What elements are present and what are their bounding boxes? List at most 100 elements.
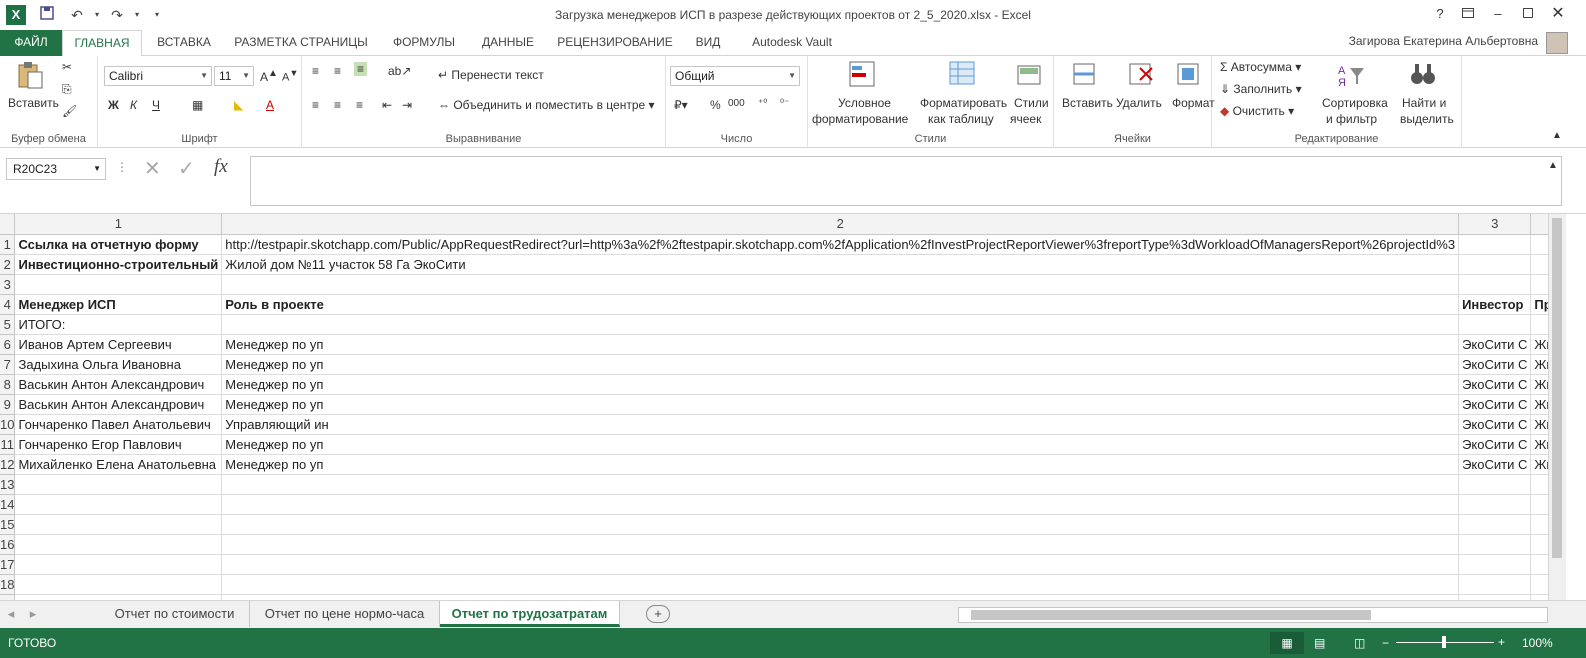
row-header[interactable]: 4: [0, 294, 16, 315]
sheet-tab-labor[interactable]: Отчет по трудозатратам: [440, 601, 620, 627]
sheet-tab-hour-rate[interactable]: Отчет по цене нормо-часа: [250, 601, 440, 627]
cell[interactable]: [221, 574, 1460, 595]
scroll-thumb[interactable]: [1552, 218, 1562, 558]
row-header[interactable]: 18: [0, 574, 16, 595]
tab-page-layout[interactable]: РАЗМЕТКА СТРАНИЦЫ: [228, 30, 374, 56]
zoom-slider-thumb[interactable]: [1442, 636, 1446, 648]
cell[interactable]: ИТОГО:: [14, 314, 223, 335]
row-header[interactable]: 5: [0, 314, 16, 335]
row-header[interactable]: 2: [0, 254, 16, 275]
align-center-icon[interactable]: ≡: [334, 98, 341, 112]
row-header[interactable]: 10: [0, 414, 16, 435]
cell[interactable]: [221, 494, 1460, 515]
vertical-scrollbar[interactable]: [1548, 214, 1566, 600]
maximize-icon[interactable]: [1516, 4, 1540, 24]
font-color-icon[interactable]: A: [266, 98, 274, 112]
row-header[interactable]: 13: [0, 474, 16, 495]
cell[interactable]: [1458, 254, 1532, 275]
row-header[interactable]: 8: [0, 374, 16, 395]
cell[interactable]: [221, 474, 1460, 495]
cell[interactable]: [221, 514, 1460, 535]
indent-increase-icon[interactable]: ⇥: [402, 98, 412, 112]
format-cells-button[interactable]: Формат: [1172, 96, 1215, 110]
cell[interactable]: Задыхина Ольга Ивановна: [14, 354, 223, 375]
formula-input[interactable]: [250, 156, 1562, 206]
page-layout-view-icon[interactable]: ▤: [1314, 636, 1325, 650]
row-header[interactable]: 9: [0, 394, 16, 415]
cell[interactable]: [1458, 574, 1532, 595]
cell[interactable]: http://testpapir.skotchapp.com/Public/Ap…: [221, 234, 1460, 255]
conditional-formatting-line2[interactable]: форматирование: [812, 112, 908, 126]
cell[interactable]: ЭкоСити С: [1458, 374, 1532, 395]
sort-filter-line2[interactable]: и фильтр: [1326, 112, 1377, 126]
clear-button[interactable]: ◆ Очистить ▾: [1220, 104, 1294, 118]
cell[interactable]: Менеджер по уп: [221, 454, 1460, 475]
user-name[interactable]: Загирова Екатерина Альбертовна: [1349, 34, 1538, 48]
tab-formulas[interactable]: ФОРМУЛЫ: [384, 30, 464, 56]
row-header[interactable]: 6: [0, 334, 16, 355]
cell[interactable]: [1458, 514, 1532, 535]
paste-button[interactable]: Вставить: [8, 96, 59, 110]
row-header[interactable]: 3: [0, 274, 16, 295]
cell[interactable]: [1458, 234, 1532, 255]
conditional-formatting-line1[interactable]: Условное: [838, 96, 891, 110]
align-middle-icon[interactable]: ≡: [334, 64, 341, 78]
align-top-icon[interactable]: ≡: [312, 64, 319, 78]
page-break-view-icon[interactable]: ◫: [1354, 636, 1365, 650]
cell[interactable]: [1458, 554, 1532, 575]
percent-button[interactable]: %: [710, 98, 721, 112]
help-button[interactable]: ?: [1428, 4, 1452, 24]
underline-button[interactable]: Ч: [152, 98, 160, 112]
zoom-out-icon[interactable]: −: [1382, 636, 1389, 650]
cell[interactable]: Роль в проекте: [221, 294, 1460, 315]
row-header[interactable]: 12: [0, 454, 16, 475]
tab-view[interactable]: ВИД: [688, 30, 728, 56]
format-as-table-line1[interactable]: Форматировать: [920, 96, 1007, 110]
cell[interactable]: Жилой дом №11 участок 58 Га ЭкоСити: [221, 254, 1460, 275]
cell[interactable]: Васькин Антон Александрович: [14, 394, 223, 415]
cell[interactable]: [14, 554, 223, 575]
font-name-combo[interactable]: Calibri ▼: [104, 66, 212, 86]
cell[interactable]: Менеджер по уп: [221, 334, 1460, 355]
cell[interactable]: ЭкоСити С: [1458, 434, 1532, 455]
cell[interactable]: Менеджер по уп: [221, 374, 1460, 395]
insert-cells-button[interactable]: Вставить: [1062, 96, 1113, 110]
cell[interactable]: [14, 274, 223, 295]
delete-cells-button[interactable]: Удалить: [1116, 96, 1162, 110]
cell[interactable]: ЭкоСити С: [1458, 334, 1532, 355]
cell[interactable]: Менеджер ИСП: [14, 294, 223, 315]
cell[interactable]: [1458, 494, 1532, 515]
cell-styles-line2[interactable]: ячеек: [1010, 112, 1041, 126]
cell[interactable]: [1458, 274, 1532, 295]
fill-color-icon[interactable]: ◣: [234, 98, 243, 112]
cell[interactable]: Управляющий ин: [221, 414, 1460, 435]
cell[interactable]: ЭкоСити С: [1458, 394, 1532, 415]
sheet-tab-cost[interactable]: Отчет по стоимости: [100, 601, 250, 627]
row-header[interactable]: 11: [0, 434, 16, 455]
wrap-text-button[interactable]: ↵ Перенести текст: [438, 68, 544, 82]
select-all-corner[interactable]: [0, 214, 16, 235]
find-select-line2[interactable]: выделить: [1400, 112, 1454, 126]
cell[interactable]: ЭкоСити С: [1458, 454, 1532, 475]
collapse-ribbon-icon[interactable]: ▲: [1552, 130, 1562, 141]
cell[interactable]: Менеджер по уп: [221, 354, 1460, 375]
tab-home[interactable]: ГЛАВНАЯ: [62, 30, 142, 57]
italic-button[interactable]: К: [130, 98, 137, 112]
cell[interactable]: [14, 574, 223, 595]
close-icon[interactable]: ✕: [1546, 4, 1570, 24]
tab-insert[interactable]: ВСТАВКА: [148, 30, 220, 56]
cell[interactable]: [1458, 534, 1532, 555]
format-painter-icon[interactable]: 🖌: [62, 104, 77, 118]
avatar[interactable]: [1546, 32, 1568, 54]
cell[interactable]: Михайленко Елена Анатольевна: [14, 454, 223, 475]
align-right-icon[interactable]: ≡: [356, 98, 363, 112]
format-as-table-line2[interactable]: как таблицу: [928, 112, 994, 126]
tab-file[interactable]: ФАЙЛ: [0, 30, 62, 56]
cut-icon[interactable]: ✂: [62, 60, 72, 74]
cell[interactable]: [221, 534, 1460, 555]
expand-formula-icon[interactable]: ▲: [1548, 160, 1558, 171]
tab-autodesk-vault[interactable]: Autodesk Vault: [740, 30, 844, 56]
cell[interactable]: [14, 494, 223, 515]
font-size-combo[interactable]: 11 ▼: [214, 66, 254, 86]
cell-styles-line1[interactable]: Стили: [1014, 96, 1049, 110]
